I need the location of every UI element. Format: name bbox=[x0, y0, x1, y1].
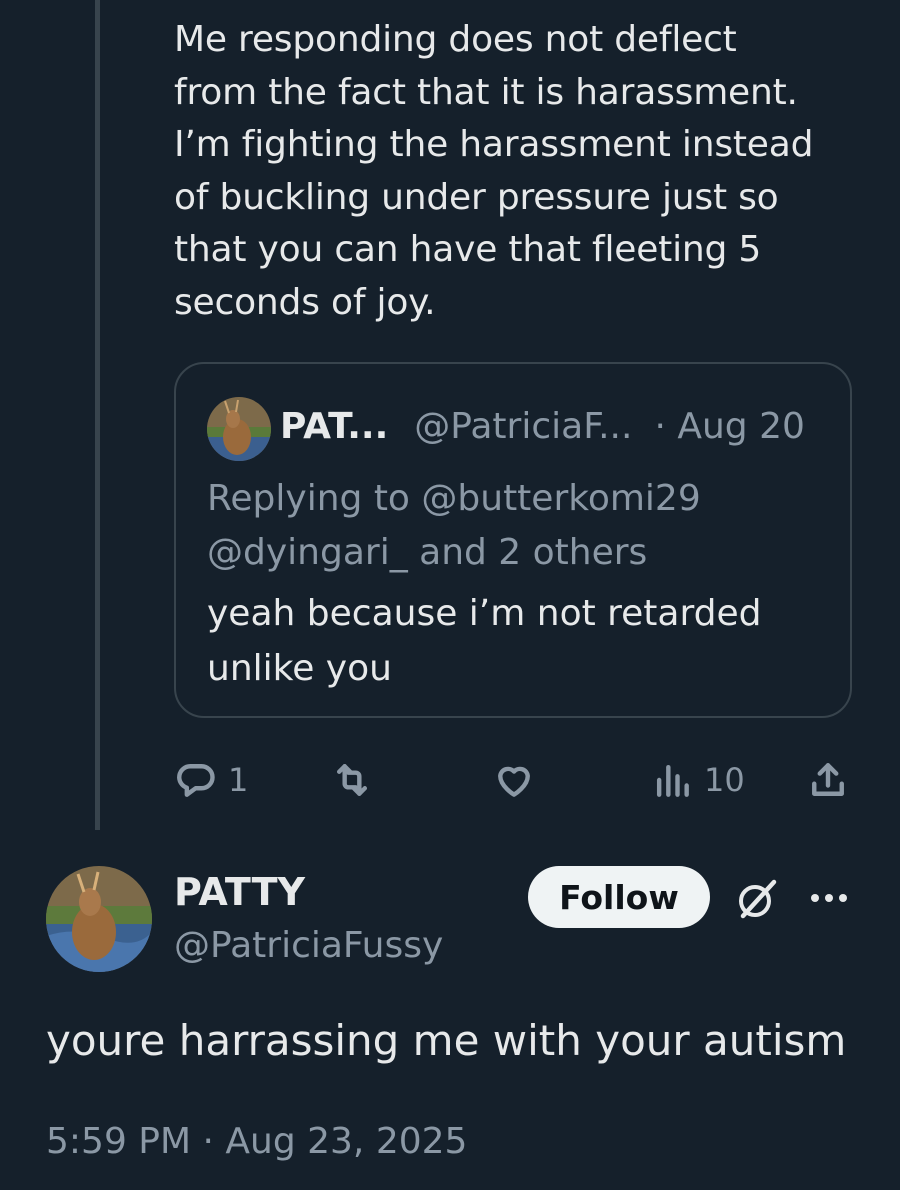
author-handle[interactable]: @PatriciaFussy bbox=[174, 920, 443, 972]
thread-connector-line bbox=[95, 0, 100, 830]
follow-button[interactable]: Follow bbox=[528, 866, 710, 928]
quoted-tweet-card[interactable]: PAT... @PatriciaF... · Aug 20 Replying t… bbox=[174, 362, 852, 718]
heart-icon bbox=[498, 766, 530, 797]
quoted-tweet-date[interactable]: · Aug 20 bbox=[654, 404, 804, 450]
quoted-author-handle[interactable]: @PatriciaF... bbox=[414, 404, 632, 450]
replying-to-line-1: Replying to @butterkomi29 bbox=[207, 478, 701, 519]
retweet-button[interactable] bbox=[330, 752, 384, 808]
reply-icon bbox=[177, 764, 215, 797]
reply-button[interactable]: 1 bbox=[174, 752, 248, 808]
reply-count: 1 bbox=[228, 761, 249, 799]
share-button[interactable] bbox=[806, 752, 850, 808]
quoted-avatar[interactable] bbox=[207, 397, 271, 461]
retweet-icon bbox=[336, 764, 368, 796]
grok-icon[interactable] bbox=[734, 876, 780, 922]
views-icon bbox=[656, 764, 689, 797]
quoted-tweet-header: PAT... @PatriciaF... · Aug 20 bbox=[280, 404, 820, 450]
more-icon[interactable] bbox=[806, 878, 852, 918]
main-tweet-text: youre harrassing me with your autism bbox=[46, 1016, 847, 1065]
tweet-action-bar: 1 10 bbox=[174, 752, 864, 808]
author-avatar[interactable] bbox=[46, 866, 152, 972]
author-name[interactable]: PATTY bbox=[174, 866, 305, 918]
tweet-timestamp[interactable]: 5:59 PM · Aug 23, 2025 bbox=[46, 1116, 467, 1168]
quoted-replying-to: Replying to @butterkomi29 @dyingari_ and… bbox=[207, 472, 827, 580]
share-icon bbox=[812, 763, 844, 796]
replying-to-line-2: @dyingari_ and 2 others bbox=[207, 532, 648, 573]
quoted-tweet-text: yeah because i’m not retarded unlike you bbox=[207, 593, 762, 689]
parent-tweet-text: Me responding does not deflect from the … bbox=[174, 19, 814, 323]
like-button[interactable] bbox=[492, 752, 546, 808]
views-button[interactable]: 10 bbox=[650, 752, 745, 808]
views-count: 10 bbox=[704, 761, 745, 799]
quoted-author-name[interactable]: PAT... bbox=[280, 404, 388, 450]
